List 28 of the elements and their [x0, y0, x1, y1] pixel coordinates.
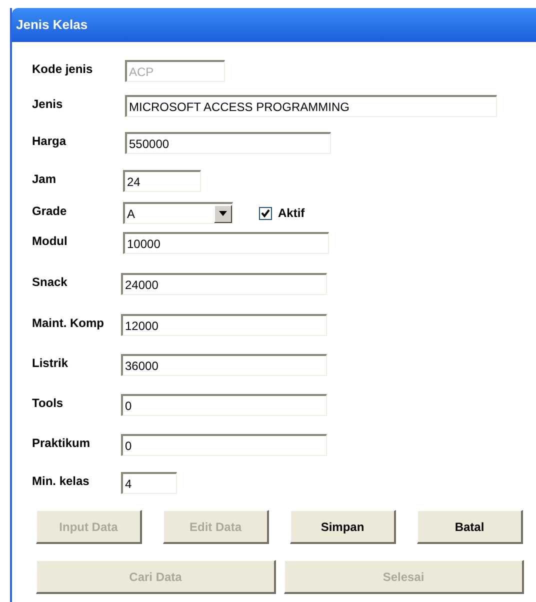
field-label: Grade: [32, 203, 68, 220]
aktif-checkbox[interactable]: [259, 206, 272, 220]
field-label: Tools: [32, 395, 64, 412]
input-field[interactable]: 24000: [121, 273, 327, 295]
field-label: Harga: [32, 133, 68, 150]
field-label: Kode jenis: [32, 61, 94, 78]
field-label: Praktikum: [32, 435, 92, 452]
input-field[interactable]: 0: [121, 394, 327, 416]
input-field[interactable]: 12000: [121, 314, 327, 336]
field-label: Jenis: [32, 96, 64, 113]
field-label: Modul: [32, 233, 68, 250]
input-field[interactable]: MICROSOFT ACCESS PROGRAMMING: [125, 95, 497, 117]
window-title: Jenis Kelas: [16, 16, 88, 34]
field-label: Min. kelas: [32, 473, 90, 490]
input-field[interactable]: 24: [123, 170, 201, 192]
field-label: Maint. Komp: [32, 315, 105, 332]
input-field[interactable]: 36000: [121, 354, 327, 376]
input-field[interactable]: 0: [121, 434, 327, 456]
form-button[interactable]: Simpan: [290, 510, 396, 544]
checkbox-label: Aktif: [278, 205, 305, 222]
field-label: Snack: [32, 274, 68, 291]
form-button[interactable]: Batal: [417, 510, 523, 544]
input-field[interactable]: 10000: [123, 232, 329, 254]
input-field[interactable]: 550000: [125, 132, 331, 154]
input-field[interactable]: 4: [121, 472, 177, 494]
field-label: Listrik: [32, 355, 70, 372]
field-label: Jam: [32, 171, 58, 188]
grade-dropdown[interactable]: A: [123, 202, 233, 224]
